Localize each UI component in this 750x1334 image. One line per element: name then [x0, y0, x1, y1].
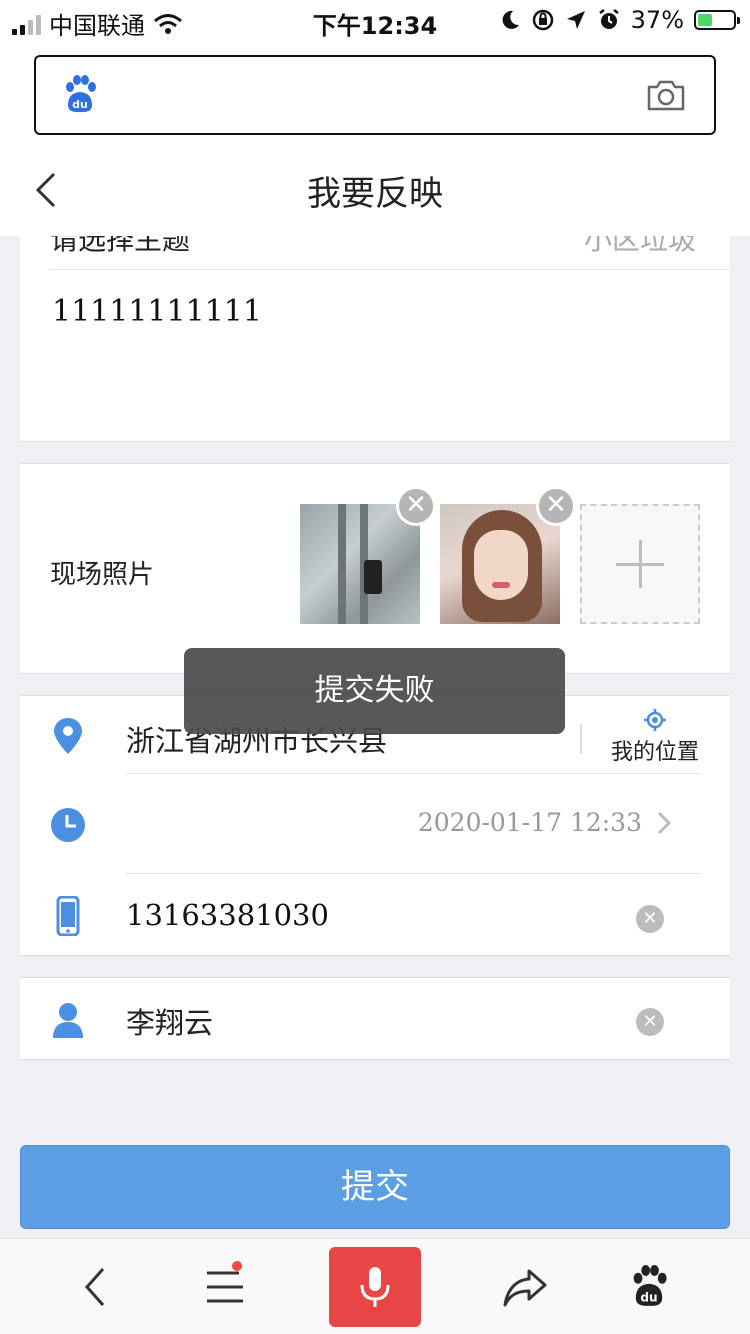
battery-icon [694, 10, 740, 30]
svg-text:du: du [72, 98, 88, 111]
submit-button[interactable]: 提交 [20, 1145, 730, 1229]
photos-card: 现场照片 ✕ ✕ [20, 463, 730, 674]
photo-thumbnail[interactable] [300, 504, 420, 624]
chevron-right-icon [657, 811, 672, 835]
baidu-paw-icon: du [66, 75, 96, 113]
nav-back-button[interactable] [40, 1239, 150, 1334]
topic-label: 请选择主题 [50, 236, 191, 256]
datetime-value[interactable]: 2020-01-17 12:33 [418, 808, 642, 837]
photo-thumbnail[interactable] [440, 504, 560, 624]
menu-icon [207, 1271, 243, 1303]
nav-home-button[interactable]: du [594, 1239, 704, 1334]
share-icon [503, 1269, 547, 1307]
add-photo-button[interactable] [580, 504, 700, 624]
rotation-lock-icon [532, 9, 553, 31]
remove-photo-button[interactable]: ✕ [396, 486, 436, 526]
nav-menu-button[interactable] [170, 1239, 280, 1334]
voice-search-button[interactable] [329, 1247, 421, 1327]
search-bar[interactable]: du [34, 55, 716, 135]
divider [126, 773, 700, 774]
map-pin-icon [54, 718, 82, 754]
photos-label: 现场照片 [50, 560, 155, 590]
topic-selector[interactable]: 请选择主题 小区垃圾 [50, 236, 730, 270]
chevron-left-icon [84, 1268, 105, 1306]
bottom-nav: du [0, 1238, 750, 1334]
nav-share-button[interactable] [470, 1239, 580, 1334]
camera-icon[interactable] [646, 77, 686, 113]
error-toast: 提交失败 [184, 648, 565, 734]
baidu-paw-icon: du [633, 1265, 667, 1306]
my-location-label: 我的位置 [610, 740, 699, 765]
microphone-icon [360, 1267, 390, 1307]
user-icon [53, 1003, 83, 1038]
status-right: 37% [499, 6, 740, 34]
battery-percent: 37% [630, 6, 684, 34]
divider [126, 873, 700, 874]
clear-phone-button[interactable]: ✕ [636, 905, 664, 933]
phone-input[interactable]: 13163381030 [126, 898, 329, 932]
notification-dot [232, 1261, 242, 1271]
divider [580, 724, 582, 754]
name-input[interactable]: 李翔云 [126, 1000, 213, 1042]
page-title: 我要反映 [307, 174, 443, 214]
alarm-icon [598, 9, 619, 29]
name-card: 李翔云 ✕ [20, 977, 730, 1060]
svg-text:du: du [640, 1290, 657, 1304]
topic-value: 小区垃圾 [583, 236, 696, 256]
my-location-button[interactable]: 我的位置 [600, 708, 710, 766]
clock-icon [51, 808, 85, 842]
phone-icon [56, 896, 80, 936]
crosshair-icon [644, 709, 666, 731]
status-bar: 中国联通 下午12:34 37% [0, 0, 750, 40]
info-card: 浙江省湖州市长兴县 我的位置 2020-01-17 12:33 13163381… [20, 695, 730, 956]
content-textarea[interactable]: 11111111111 [52, 294, 262, 329]
location-arrow-icon [566, 11, 585, 29]
moon-icon [502, 10, 519, 29]
content-card: 请选择主题 小区垃圾 11111111111 [20, 236, 730, 442]
remove-photo-button[interactable]: ✕ [536, 486, 576, 526]
clear-name-button[interactable]: ✕ [636, 1008, 664, 1036]
